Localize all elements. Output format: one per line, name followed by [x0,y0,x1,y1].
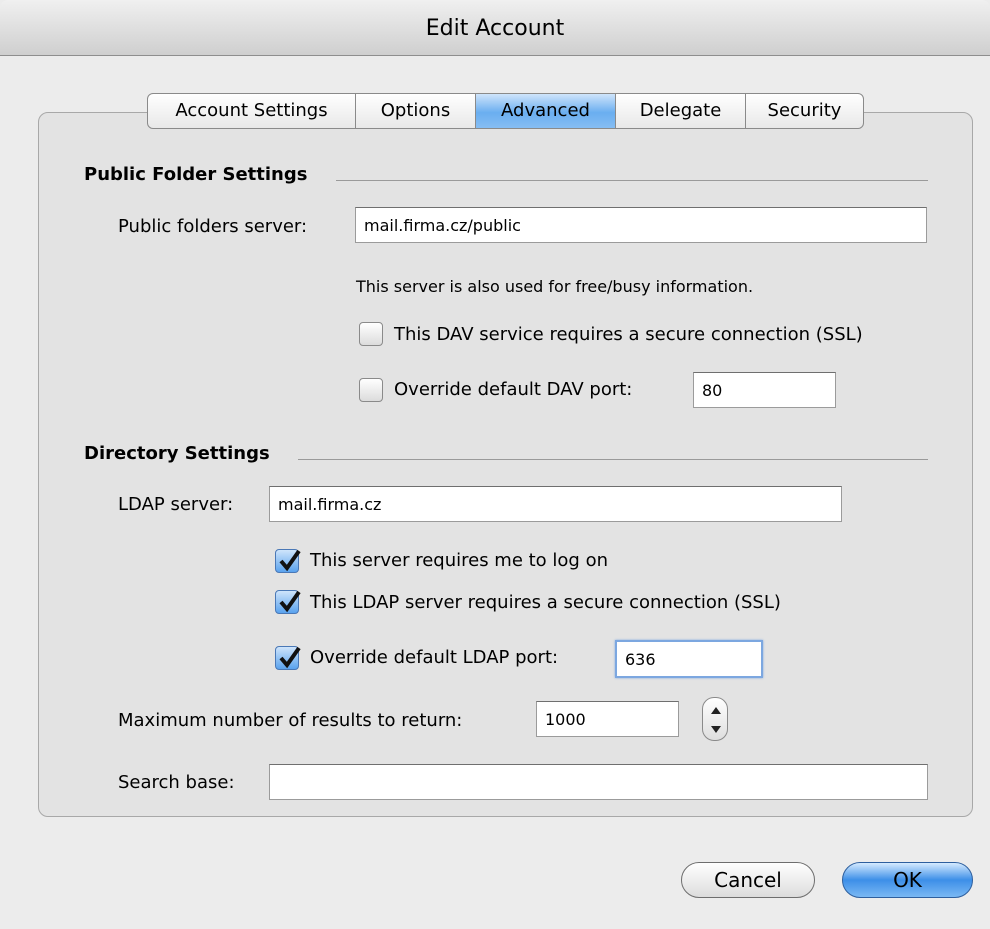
ldap-port-label: Override default LDAP port: [310,647,559,668]
dav-ssl-label: This DAV service requires a secure conne… [394,324,863,345]
stepper-arrows-icon [711,707,721,733]
tab-security[interactable]: Security [746,94,863,128]
search-base-label: Search base: [118,772,235,793]
directory-section-title: Directory Settings [84,443,270,464]
dav-ssl-checkbox[interactable] [359,322,383,346]
window-title-bar: Edit Account [0,0,990,56]
ldap-ssl-label: This LDAP server requires a secure conne… [310,592,781,613]
tab-advanced[interactable]: Advanced [476,94,616,128]
dav-port-input[interactable] [693,372,836,408]
free-busy-info-text: This server is also used for free/busy i… [356,277,754,296]
ldap-port-input[interactable] [615,640,763,678]
search-base-input[interactable] [269,764,928,800]
section-divider [298,459,928,460]
ldap-server-input[interactable] [269,486,842,522]
tab-bar: Account Settings Options Advanced Delega… [147,93,864,129]
public-folders-server-input[interactable] [355,207,927,243]
max-results-label: Maximum number of results to return: [118,710,463,731]
max-results-input[interactable] [536,701,679,737]
ldap-server-label: LDAP server: [118,494,234,515]
public-folder-section-title: Public Folder Settings [84,164,308,185]
checkmark-icon [279,646,301,669]
section-divider [336,180,928,181]
logon-label: This server requires me to log on [310,550,609,571]
dav-port-checkbox[interactable] [359,378,383,402]
ldap-ssl-checkbox[interactable] [275,590,301,614]
tab-delegate[interactable]: Delegate [616,94,746,128]
tab-options[interactable]: Options [356,94,476,128]
cancel-button[interactable]: Cancel [681,862,815,898]
checkmark-icon [279,549,301,572]
logon-checkbox[interactable] [275,549,301,573]
tab-account-settings[interactable]: Account Settings [148,94,356,128]
max-results-stepper[interactable] [702,697,728,741]
public-folders-server-label: Public folders server: [118,216,308,237]
checkmark-icon [279,590,301,613]
ldap-port-checkbox[interactable] [275,646,301,670]
dav-port-label: Override default DAV port: [394,379,633,400]
ok-button[interactable]: OK [842,862,973,898]
window-title: Edit Account [425,16,565,41]
